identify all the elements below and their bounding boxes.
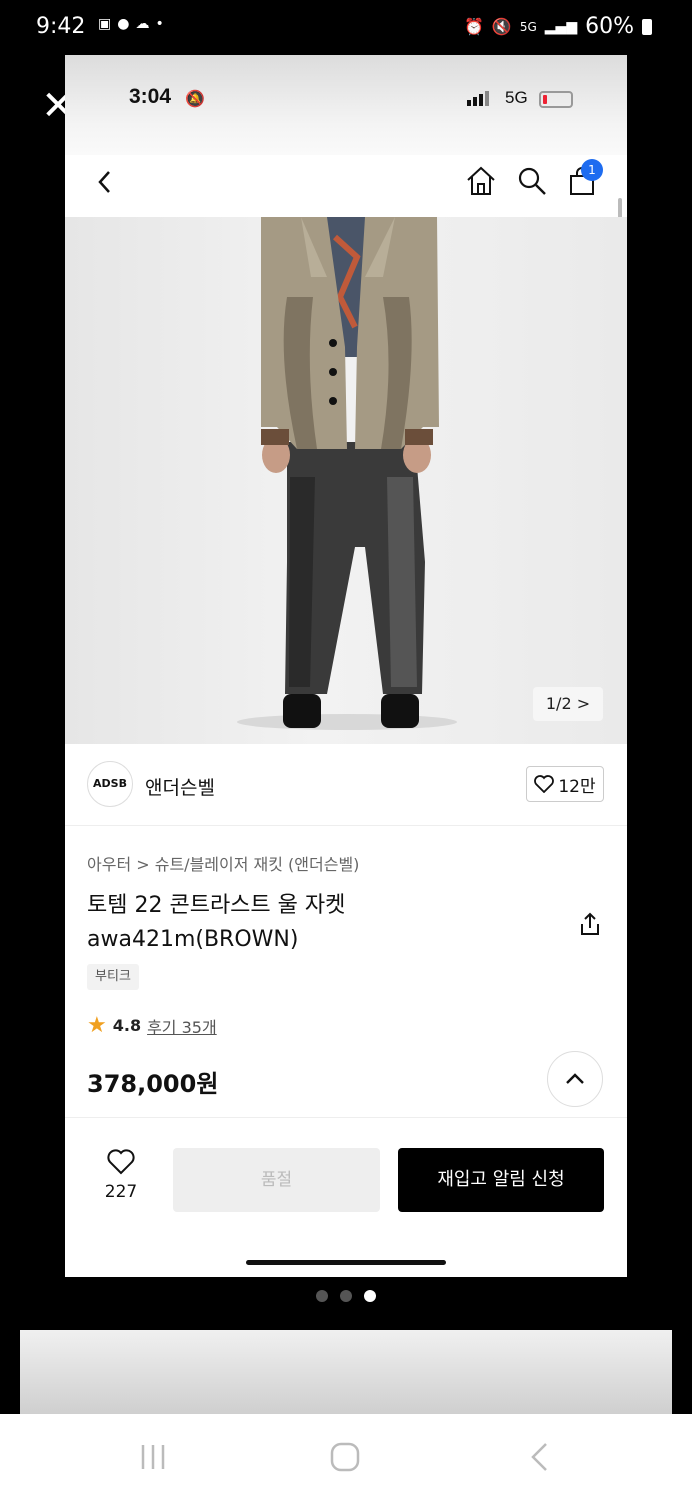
- alarm-icon: ⏰: [464, 17, 484, 36]
- chevron-up-icon: [566, 1073, 584, 1084]
- brand-row: ADSB 앤더슨벨 12만: [65, 744, 627, 826]
- carousel-dot[interactable]: [340, 1290, 352, 1302]
- heart-icon: [534, 775, 555, 793]
- scroll-top-button[interactable]: [547, 1051, 603, 1107]
- brand-name[interactable]: 앤더슨벨: [145, 773, 215, 800]
- brand-like-count: 12만: [558, 776, 596, 797]
- notification-icons: ▣ ● ☁ •: [98, 16, 164, 32]
- purchase-bar: 227 품절 재입고 알림 신청: [65, 1117, 627, 1277]
- carousel-dot-active[interactable]: [364, 1290, 376, 1302]
- share-icon: [581, 912, 599, 935]
- back-icon: [531, 1443, 547, 1471]
- chevron-left-icon: [98, 171, 110, 193]
- carousel-dots: [0, 1290, 692, 1302]
- rating-row: ★ 4.8 후기 35개: [87, 1013, 217, 1038]
- inner-battery-icon: [539, 91, 573, 108]
- share-button[interactable]: [577, 911, 603, 937]
- product-image[interactable]: 1/2 >: [65, 217, 627, 744]
- star-icon: ★: [87, 1013, 107, 1038]
- inner-network-label: 5G: [505, 88, 528, 107]
- signal-icon: ▂▄▆: [544, 18, 578, 35]
- model-photo: [237, 217, 457, 730]
- dot-icon: •: [155, 16, 164, 32]
- boutique-badge: 부티크: [87, 964, 139, 990]
- back-button[interactable]: [93, 167, 117, 197]
- product-title: 토템 22 콘트라스트 울 자켓 awa421m(BROWN): [87, 893, 346, 952]
- android-nav-bar: [0, 1414, 692, 1500]
- inner-status-bar: 3:04 🔕 5G: [65, 55, 627, 155]
- product-price: 378,000원: [87, 1070, 219, 1098]
- talk-icon: ●: [117, 16, 130, 32]
- home-indicator: [246, 1260, 446, 1265]
- gallery-icon: ▣: [98, 16, 112, 32]
- home-nav-button[interactable]: [328, 1440, 362, 1474]
- device-status-right: ⏰ 🔇 5G ▂▄▆ 60%: [464, 14, 652, 39]
- restock-alert-button[interactable]: 재입고 알림 신청: [398, 1148, 604, 1212]
- home-button[interactable]: [465, 165, 497, 197]
- inner-clock: 3:04: [129, 85, 172, 108]
- search-icon: [518, 167, 546, 195]
- signal-bars-icon: [467, 91, 489, 106]
- heart-icon: [107, 1149, 135, 1175]
- search-button[interactable]: [516, 165, 548, 197]
- battery-percent: 60%: [585, 14, 634, 39]
- brand-like-button[interactable]: 12만: [526, 766, 604, 802]
- network-label: 5G: [519, 19, 537, 34]
- device-clock: 9:42: [36, 14, 86, 39]
- cart-count-badge: 1: [581, 159, 603, 181]
- home-icon: [467, 166, 495, 195]
- battery-icon: [642, 18, 652, 35]
- device-status-bar: 9:42 ▣ ● ☁ • ⏰ 🔇 5G ▂▄▆ 60%: [0, 0, 692, 56]
- image-counter-button[interactable]: 1/2 >: [533, 687, 603, 721]
- review-link[interactable]: 후기 35개: [147, 1014, 217, 1038]
- brand-logo[interactable]: ADSB: [87, 761, 133, 807]
- recents-icon: [141, 1445, 165, 1469]
- category-breadcrumb[interactable]: 아우터 > 슈트/블레이저 재킷 (앤더슨벨): [87, 851, 359, 875]
- back-nav-button[interactable]: [524, 1440, 558, 1474]
- screenshot-viewer: 3:04 🔕 5G 1 1/2 > ADSB 앤더슨벨 12만 아우터 > 슈트…: [65, 55, 627, 1277]
- cloud-icon: ☁: [135, 16, 150, 32]
- wishlist-button[interactable]: 227: [101, 1148, 141, 1208]
- soldout-button: 품절: [173, 1148, 380, 1212]
- recents-button[interactable]: [136, 1440, 170, 1474]
- wishlist-count: 227: [104, 1182, 138, 1202]
- bell-off-icon: 🔕: [185, 89, 205, 108]
- top-nav-bar: 1: [65, 155, 627, 217]
- rating-value: 4.8: [112, 1016, 142, 1035]
- mute-icon: 🔇: [491, 17, 512, 36]
- preview-strip: [20, 1330, 672, 1414]
- carousel-dot[interactable]: [316, 1290, 328, 1302]
- home-circle-icon: [330, 1442, 360, 1472]
